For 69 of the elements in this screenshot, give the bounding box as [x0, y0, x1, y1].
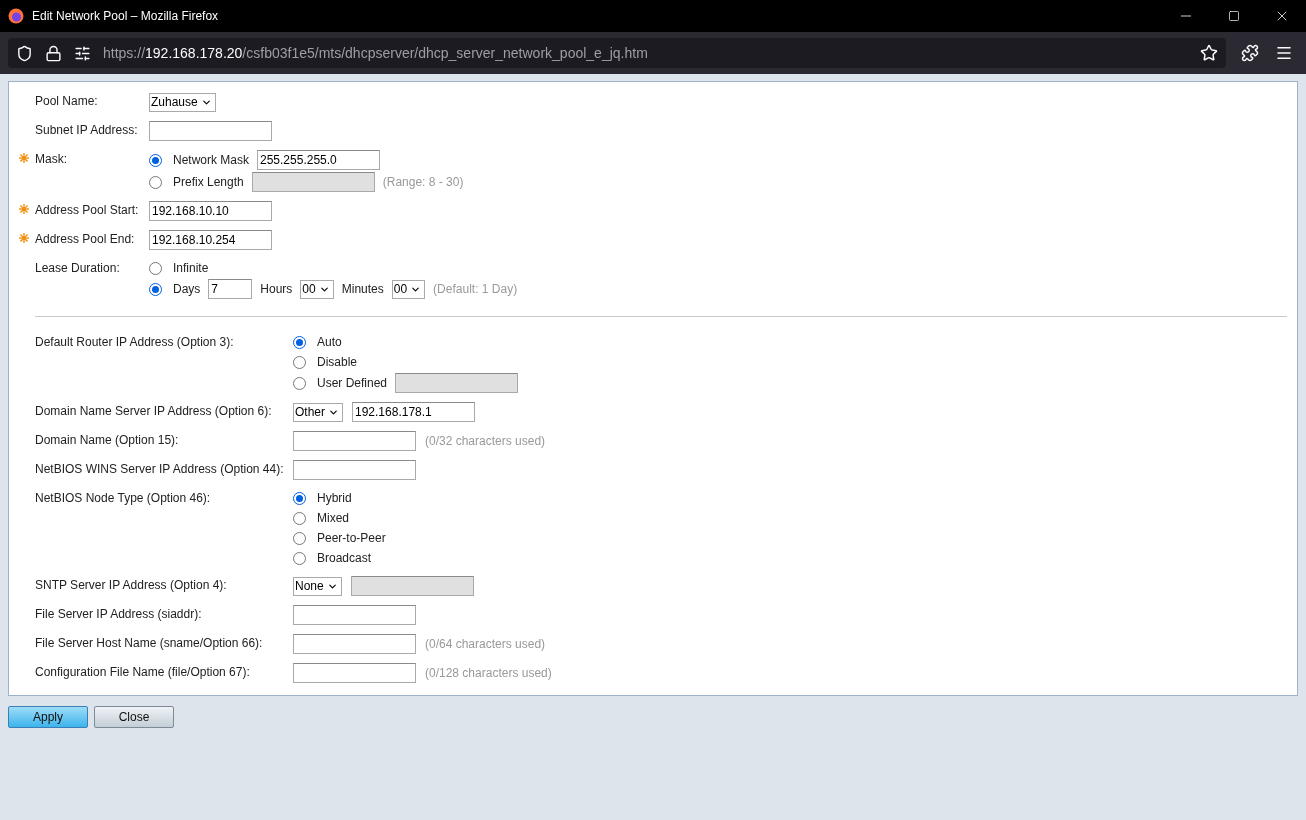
dropdown[interactable]: 00 [300, 279, 334, 299]
text-field[interactable]: 255.255.255.0 [257, 150, 380, 170]
field-label: Configuration File Name (file/Option 67): [35, 664, 251, 680]
radio-label: User Defined [317, 376, 388, 390]
dropdown[interactable]: Zuhause [149, 92, 216, 112]
radio-label: Hybrid [317, 491, 352, 505]
field-label: SNTP Server IP Address (Option 4): [35, 577, 228, 593]
field-label: Hours [260, 282, 293, 296]
radio-button[interactable] [149, 261, 162, 275]
radio-button[interactable] [293, 511, 306, 525]
bookmark-star-icon[interactable] [1200, 44, 1218, 62]
field-label: NetBIOS Node Type (Option 46): [35, 490, 212, 506]
permissions-icon[interactable] [74, 44, 91, 62]
url-text: https://192.168.178.20/csfb03f1e5/mts/dhcpserver/dhcp_server_network_pool_e_jq.htm [103, 45, 649, 61]
text-field[interactable]: 7 [208, 279, 253, 299]
radio-label: Network Mask [173, 153, 249, 167]
radio-button[interactable] [149, 153, 162, 167]
radio-label: Broadcast [317, 551, 372, 565]
text-field[interactable] [149, 121, 272, 141]
field-label: Address Pool End: [35, 231, 136, 247]
apply-button[interactable]: Apply [8, 706, 88, 728]
hint-text: (0/32 characters used) [425, 434, 546, 448]
dropdown[interactable]: Other [293, 402, 343, 422]
field-label: File Server IP Address (siaddr): [35, 606, 203, 622]
field-label: Pool Name: [35, 93, 99, 109]
field-label: Minutes [341, 282, 384, 296]
radio-label: Disable [317, 355, 358, 369]
field-label: Domain Name (Option 15): [35, 432, 180, 448]
dropdown[interactable]: None [293, 576, 342, 596]
radio-label: Infinite [173, 261, 209, 275]
close-button[interactable]: Close [94, 706, 174, 728]
radio-label: Mixed [317, 511, 349, 525]
shield-icon[interactable] [16, 44, 33, 62]
radio-label: Days [173, 282, 201, 296]
radio-button[interactable] [293, 531, 306, 545]
text-field[interactable] [293, 460, 416, 480]
radio-button[interactable] [149, 175, 162, 189]
radio-button[interactable] [293, 376, 306, 390]
hint-text: (0/128 characters used) [425, 666, 552, 680]
radio-button[interactable] [293, 355, 306, 369]
text-field[interactable]: 192.168.10.254 [149, 230, 272, 250]
field-label: Subnet IP Address: [35, 122, 139, 138]
hint-text: (Range: 8 - 30) [382, 175, 464, 189]
text-field[interactable] [293, 431, 416, 451]
text-field[interactable] [293, 663, 416, 683]
text-field[interactable]: 192.168.10.10 [149, 201, 272, 221]
radio-label: Peer-to-Peer [317, 531, 386, 545]
text-field[interactable] [293, 605, 416, 625]
radio-button[interactable] [293, 491, 306, 505]
field-label: Address Pool Start: [35, 202, 140, 218]
hint-text: (Default: 1 Day) [433, 282, 518, 296]
field-label: Domain Name Server IP Address (Option 6): [35, 403, 273, 419]
address-bar[interactable]: https://192.168.178.20/csfb03f1e5/mts/dhcpserver/dhcp_server_network_pool_e_jq.htm [8, 38, 1226, 68]
hint-text: (0/64 characters used) [425, 637, 546, 651]
radio-button[interactable] [293, 335, 306, 349]
field-label: Default Router IP Address (Option 3): [35, 334, 235, 350]
radio-label: Auto [317, 335, 342, 349]
field-label: Lease Duration: [35, 260, 121, 276]
radio-button[interactable] [149, 282, 162, 296]
browser-logo-icon [8, 8, 24, 24]
text-field[interactable]: 192.168.178.1 [352, 402, 475, 422]
radio-button[interactable] [293, 551, 306, 565]
radio-label: Prefix Length [173, 175, 244, 189]
field-label: NetBIOS WINS Server IP Address (Option 44): [35, 461, 285, 477]
text-field[interactable] [293, 634, 416, 654]
dropdown[interactable]: 00 [391, 279, 426, 299]
window-title: Edit Network Pool – Mozilla Firefox [32, 9, 220, 23]
field-label: Mask: [35, 151, 68, 167]
field-label: File Server Host Name (sname/Option 66): [35, 635, 264, 651]
